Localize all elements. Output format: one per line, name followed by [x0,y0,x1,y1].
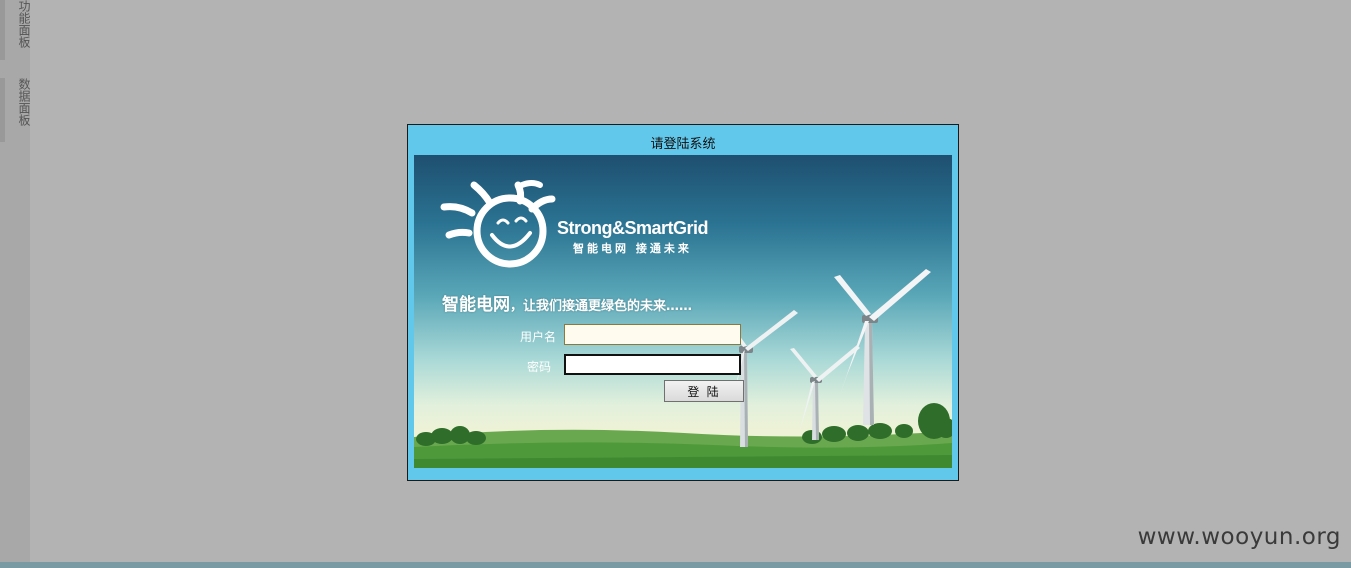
watermark-text: www.wooyun.org [1137,524,1341,550]
login-banner: Strong&SmartGrid 智能电网 接通未来 智能电网，让我们接通更绿色… [414,155,952,468]
username-label: 用户名 [520,330,557,344]
tab-indicator [0,0,5,60]
password-label: 密码 [527,360,552,374]
username-input[interactable] [564,324,741,345]
slogan-main: 智能电网 [442,295,510,315]
slogan-rest: ，让我们接通更绿色的未来…… [510,299,693,314]
sidebar-tab-label: 数据面板 [17,78,31,126]
bottom-status-bar [0,562,1351,568]
login-dialog: 请登陆系统 Strong&SmartGrid 智能电网 接通未来 智能电网，让我… [407,124,959,481]
sidebar-tab-data-panel[interactable]: 数据面板 [0,78,31,142]
smiling-sun-logo-icon [440,180,556,268]
slogan: 智能电网，让我们接通更绿色的未来…… [442,290,692,315]
sidebar-tab-label: 功能面板 [17,0,31,48]
password-input[interactable] [564,354,741,375]
brand-tagline: 智能电网 接通未来 [573,242,692,255]
tab-indicator [0,78,5,142]
brand-name: Strong&SmartGrid [557,218,709,238]
sidebar-tab-function-panel[interactable]: 功能面板 [0,0,31,60]
login-button[interactable]: 登 陆 [664,380,744,402]
dialog-title: 请登陆系统 [650,137,716,152]
